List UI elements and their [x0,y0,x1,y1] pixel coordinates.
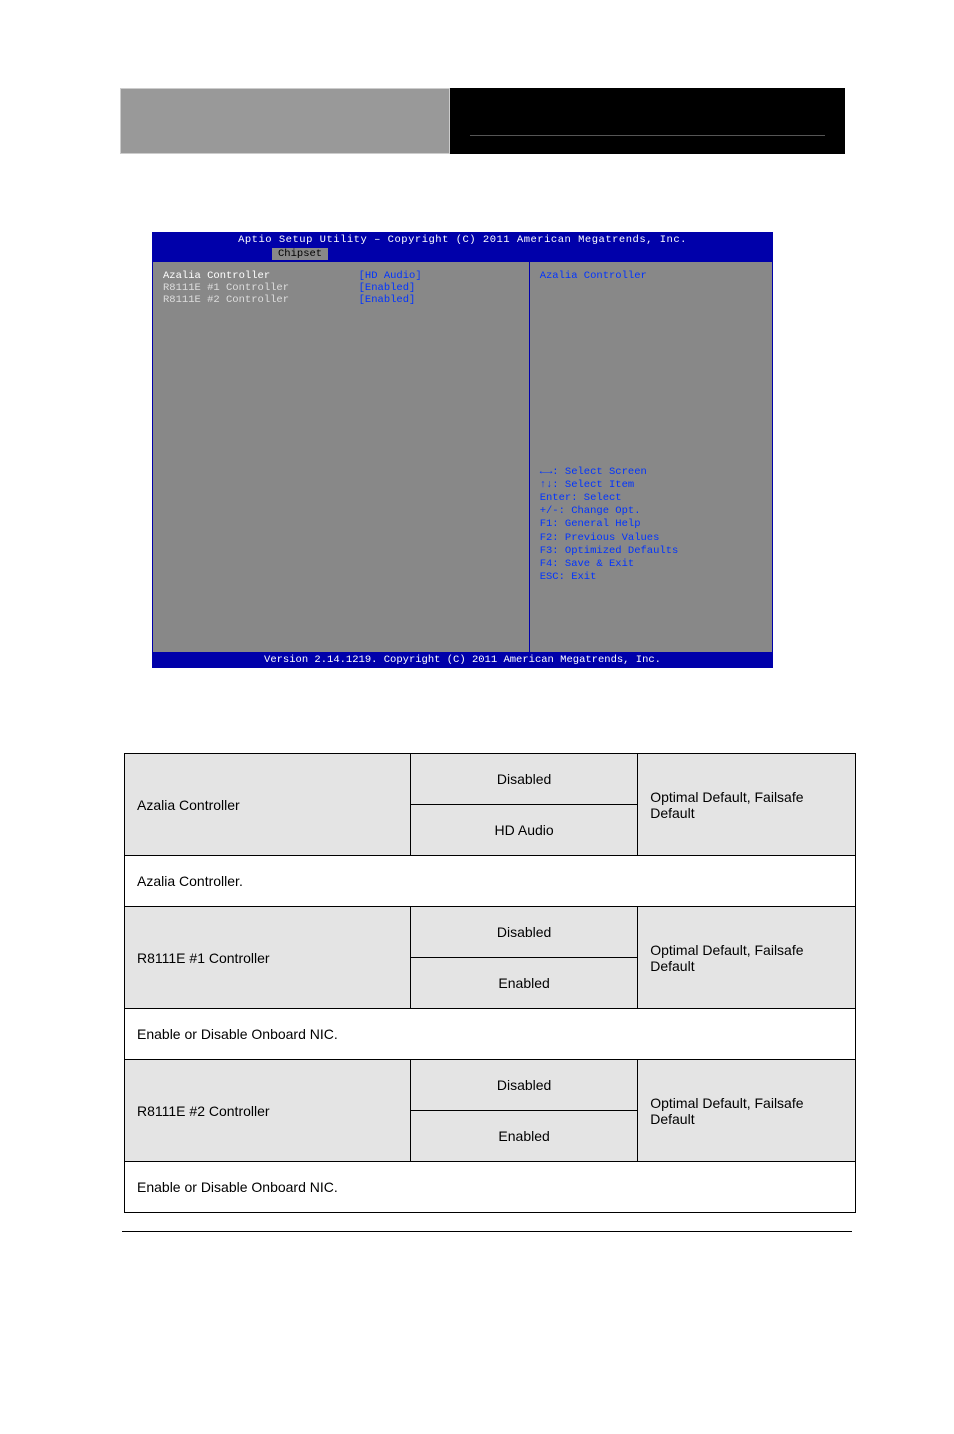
bios-row-nic2[interactable]: R8111E #2 Controller [Enabled] [163,294,519,306]
table-option: Disabled [410,754,637,805]
table-option: Disabled [410,907,637,958]
bios-key-line: F3: Optimized Defaults [540,545,762,558]
bios-key-line: +/-: Change Opt. [540,505,762,518]
bios-row-label: R8111E #2 Controller [163,294,359,306]
bios-key-line: F1: General Help [540,518,762,531]
bios-footer: Version 2.14.1219. Copyright (C) 2011 Am… [152,652,773,668]
table-desc: Enable or Disable Onboard NIC. [125,1009,856,1060]
table-option: Enabled [410,1111,637,1162]
bios-key-line: Enter: Select [540,492,762,505]
bios-row-label: Azalia Controller [163,270,359,282]
bios-row-label: R8111E #1 Controller [163,282,359,294]
table-option: HD Audio [410,805,637,856]
bios-key-line: F4: Save & Exit [540,558,762,571]
bios-row-azalia[interactable]: Azalia Controller [HD Audio] [163,270,519,282]
table-default-note: Optimal Default, Failsafe Default [638,754,856,856]
bios-key-line: F2: Previous Values [540,532,762,545]
bios-row-value: [HD Audio] [359,270,519,282]
bios-body: Azalia Controller [HD Audio] R8111E #1 C… [152,262,773,652]
bios-menu-bar: Chipset [152,248,773,262]
bios-help-title: Azalia Controller [540,270,762,282]
bios-title-bar: Aptio Setup Utility – Copyright (C) 2011… [152,232,773,248]
header-right-box [450,88,845,154]
bios-row-nic1[interactable]: R8111E #1 Controller [Enabled] [163,282,519,294]
settings-table: Azalia Controller Disabled Optimal Defau… [124,753,856,1213]
bios-key-help: ←→: Select Screen ↑↓: Select Item Enter:… [540,466,762,644]
table-setting: R8111E #1 Controller [125,907,411,1009]
bios-row-value: [Enabled] [359,294,519,306]
footer-rule [122,1231,852,1232]
table-default-note: Optimal Default, Failsafe Default [638,1060,856,1162]
table-option: Disabled [410,1060,637,1111]
header-left-box [120,88,450,154]
table-default-note: Optimal Default, Failsafe Default [638,907,856,1009]
table-setting: Azalia Controller [125,754,411,856]
bios-help-pane: Azalia Controller ←→: Select Screen ↑↓: … [529,262,772,652]
table-option: Enabled [410,958,637,1009]
bios-settings-pane: Azalia Controller [HD Audio] R8111E #1 C… [153,262,529,652]
table-desc: Enable or Disable Onboard NIC. [125,1162,856,1213]
table-desc: Azalia Controller. [125,856,856,907]
bios-row-value: [Enabled] [359,282,519,294]
bios-key-line: ESC: Exit [540,571,762,584]
page-header [120,88,845,154]
bios-key-line: ←→: Select Screen [540,466,762,479]
table-setting: R8111E #2 Controller [125,1060,411,1162]
bios-window: Aptio Setup Utility – Copyright (C) 2011… [152,232,773,668]
bios-key-line: ↑↓: Select Item [540,479,762,492]
bios-menu-chipset[interactable]: Chipset [272,248,328,260]
